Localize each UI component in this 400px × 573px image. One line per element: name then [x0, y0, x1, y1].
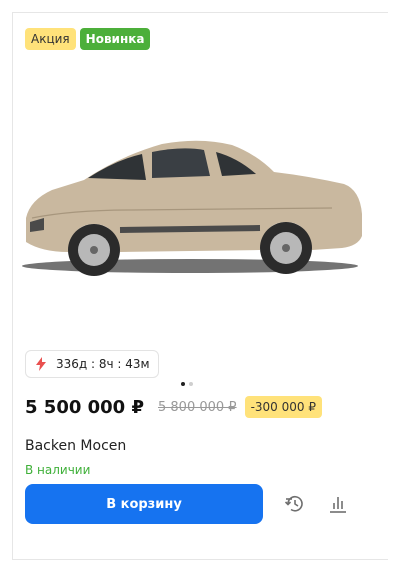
product-name[interactable]: Backen Mocen [25, 438, 126, 454]
add-to-cart-button[interactable]: В корзину [25, 484, 263, 524]
compare-chart-icon[interactable] [327, 493, 349, 515]
availability-status: В наличии [25, 463, 91, 477]
discount-badge: -300 000 ₽ [244, 396, 322, 418]
promo-timer: 336д : 8ч : 43м [25, 350, 159, 378]
product-image[interactable] [12, 118, 364, 283]
lightning-icon [36, 357, 46, 371]
product-card[interactable] [12, 12, 388, 560]
carousel-dot-2[interactable] [189, 382, 193, 386]
new-badge: Новинка [79, 28, 151, 50]
badge-group: Акция Новинка [25, 28, 151, 50]
carousel-dots [181, 382, 193, 386]
carousel-dot-1[interactable] [181, 382, 185, 386]
old-price: 5 800 000 ₽ [158, 399, 237, 415]
history-icon[interactable] [284, 493, 306, 515]
current-price: 5 500 000 ₽ [25, 396, 144, 418]
price-row: 5 500 000 ₽ 5 800 000 ₽ -300 000 ₽ [25, 396, 322, 418]
sale-badge: Акция [25, 28, 76, 50]
timer-text: 336д : 8ч : 43м [56, 357, 150, 371]
